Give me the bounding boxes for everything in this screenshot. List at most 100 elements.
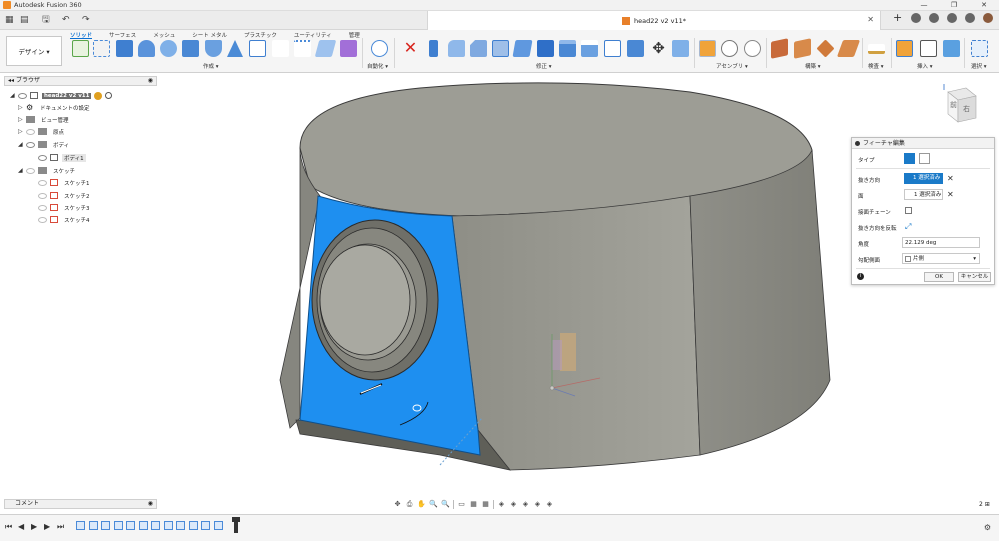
visibility-eye-icon[interactable] [26,128,35,135]
timeline-feature-icon[interactable] [76,521,85,530]
display-settings-icon[interactable]: ▭ [457,500,466,509]
axis-icon[interactable] [836,40,861,57]
create-sketch-icon[interactable] [93,40,110,57]
pull-direction-select-button[interactable]: 1 選択済み [904,173,943,184]
box-icon[interactable] [182,40,199,57]
select-icon[interactable] [971,40,988,57]
redo-icon[interactable]: ↷ [82,14,90,26]
insert-canvas-icon[interactable] [943,40,960,57]
vertex-select-icon[interactable]: ◈ [545,500,554,509]
selection-filter-icon[interactable]: ◈ [497,500,506,509]
expand-icon[interactable]: ▷ [18,128,26,135]
close-tab-icon[interactable]: ✕ [867,15,874,24]
minimize-button[interactable]: — [909,0,939,11]
timeline-feature-icon[interactable] [176,521,185,530]
flip-direction-icon[interactable]: ⤢ [905,222,911,232]
pin-icon[interactable]: ◉ [148,500,153,508]
tab-manage[interactable]: 管理 [349,31,360,39]
orbit-icon[interactable]: ✥ [393,500,402,509]
form-icon[interactable] [340,40,357,57]
expand-icon[interactable]: ◢ [18,167,26,174]
timeline-feature-icon[interactable] [88,521,98,530]
boundary-fill-icon[interactable] [314,40,337,57]
view-cube[interactable]: 前 右 [940,82,980,132]
timeline-marker[interactable] [232,517,240,533]
go-to-start-icon[interactable]: ⏮ [5,522,12,532]
grid-snaps-icon[interactable]: ▦ [469,500,478,509]
draft-type-parting-line-icon[interactable] [919,153,930,164]
split-face-icon[interactable] [604,40,621,57]
draft-type-fixed-plane-icon[interactable] [904,153,915,164]
tab-utilities[interactable]: ユーティリティ [294,31,332,39]
maximize-button[interactable]: ❐ [939,0,969,11]
job-status-icon[interactable] [929,13,939,23]
timeline-feature-icon[interactable] [113,521,123,530]
cancel-button[interactable]: キャンセル [958,272,991,282]
look-at-icon[interactable]: ⎙ [405,500,414,509]
tree-item-sketches[interactable]: ◢ スケッチ [18,165,77,176]
avatar[interactable] [983,13,993,23]
joint-icon[interactable] [721,40,738,57]
angle-input[interactable]: 22.129 deg [902,237,980,248]
delete-icon[interactable]: ✕ [402,40,419,57]
model-right-face[interactable] [689,149,831,456]
play-icon[interactable]: ▶ [31,522,37,531]
new-component-icon[interactable] [72,40,89,57]
align-icon[interactable] [672,40,689,57]
tab-plastic[interactable]: プラスチック [244,31,277,39]
group-select-label[interactable]: 選択 ▾ [971,62,987,70]
group-assemble-label[interactable]: アセンブリ ▾ [716,62,748,70]
tree-item-sketch1[interactable]: スケッチ1 [38,177,92,188]
expand-icon[interactable]: ◢ [18,141,26,148]
document-tab[interactable]: head22 v2 v11* ✕ [427,11,881,30]
visibility-eye-icon[interactable] [38,216,47,223]
tree-item-origin[interactable]: ▷ 原点 [18,126,66,137]
replace-face-icon[interactable] [581,40,598,57]
visibility-eye-icon[interactable] [38,154,47,161]
draft-side-select[interactable]: 片側 ▾ [902,253,980,264]
group-construct-label[interactable]: 構築 ▾ [805,62,821,70]
boss-top-face[interactable] [319,244,411,356]
step-forward-icon[interactable]: ▶ [44,522,50,531]
collapse-browser-icon[interactable]: ◂◂ [8,77,16,84]
hole-icon[interactable] [160,40,177,57]
tangent-chain-checkbox[interactable] [905,207,912,214]
fillet-icon[interactable] [448,40,465,57]
chamfer-icon[interactable] [470,40,487,57]
tree-item-sketch3[interactable]: スケッチ3 [38,202,92,213]
visibility-eye-icon[interactable] [38,179,47,186]
zoom-icon[interactable]: 🔍 [429,500,438,509]
tab-surface[interactable]: サーフェス [109,31,136,39]
motion-study-icon[interactable] [744,40,761,57]
body-select-icon[interactable]: ◈ [509,500,518,509]
split-body-icon[interactable] [627,40,644,57]
group-modify-label[interactable]: 修正 ▾ [536,62,552,70]
visibility-eye-icon[interactable] [38,204,47,211]
scale-icon[interactable] [537,40,554,57]
file-menu-icon[interactable]: ▤ [20,14,29,26]
insert-mesh-icon[interactable] [920,40,937,57]
automate-icon[interactable] [371,40,388,57]
close-window-button[interactable]: ✕ [969,0,999,11]
face-select-icon[interactable]: ◈ [521,500,530,509]
pan-icon[interactable]: ✋ [417,500,426,509]
new-component-assembly-icon[interactable] [699,40,716,57]
shell-icon[interactable] [205,40,222,57]
timeline-feature-icon[interactable] [126,521,135,530]
expand-icon[interactable]: ◢ [10,92,18,99]
edge-select-icon[interactable]: ◈ [533,500,542,509]
tree-item-sketch2[interactable]: スケッチ2 [38,190,92,201]
data-panel-grid-icon[interactable]: ▦ [5,14,14,26]
draft-icon[interactable] [512,40,533,57]
offset-plane-icon[interactable] [771,38,788,59]
dialog-title[interactable]: フィーチャ編集 [852,138,994,149]
timeline-feature-icon[interactable] [213,521,223,530]
tree-item-document-settings[interactable]: ▷ ⚙ ドキュメントの設定 [18,102,92,113]
timeline-feature-icon[interactable] [201,521,210,530]
group-insert-label[interactable]: 挿入 ▾ [917,62,933,70]
group-automate-label[interactable]: 自動化 ▾ [367,62,388,70]
visibility-eye-icon[interactable] [26,167,35,174]
ok-button[interactable]: OK [924,272,954,282]
face-select-button[interactable]: 1 選択済み [904,189,943,200]
workspace-switcher[interactable]: デザイン ▾ [6,36,62,66]
